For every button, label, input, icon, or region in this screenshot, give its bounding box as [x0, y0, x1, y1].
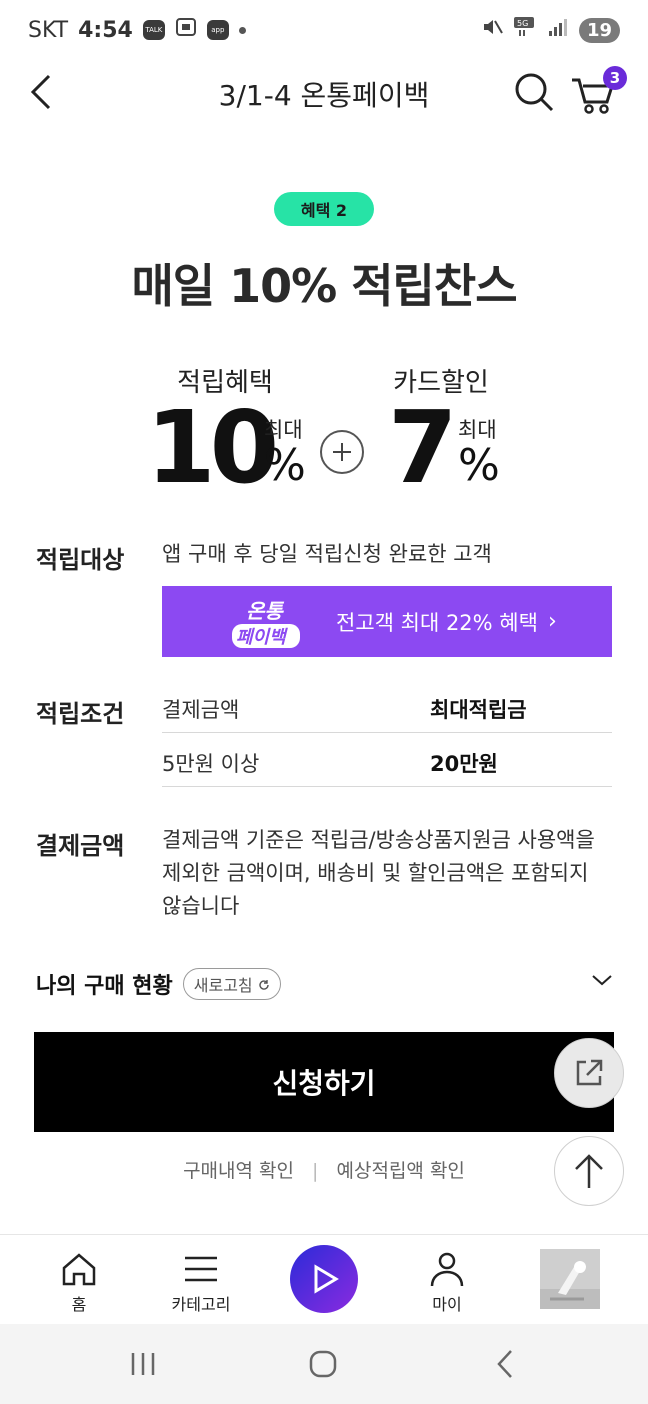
table-divider: [162, 732, 612, 733]
cart-button[interactable]: 3: [570, 66, 627, 118]
search-icon: [515, 73, 554, 112]
app-icon: app: [206, 20, 229, 40]
cart-count-badge: 3: [603, 66, 627, 90]
payback-logo: 온통 페이백: [218, 592, 328, 652]
conditions-header-amount: 결제금액: [162, 698, 240, 722]
nav-category[interactable]: 카테고리: [146, 1235, 256, 1325]
conditions-row-amount: 5만원 이상: [162, 752, 260, 776]
carrier-label: SKT: [28, 17, 69, 43]
refresh-button[interactable]: 새로고침: [182, 968, 281, 1000]
reward-percent: %: [264, 440, 306, 491]
status-right: 5G 19: [481, 16, 620, 44]
chevron-right-icon: ›: [547, 609, 557, 634]
purchase-status-row[interactable]: 나의 구매 현황 새로고침: [36, 962, 616, 1006]
screenshot-icon: [175, 17, 197, 43]
refresh-label: 새로고침: [193, 976, 253, 995]
promo-text: 전고객 최대 22% 혜택: [336, 610, 538, 635]
recent-apps-icon: [131, 1353, 155, 1375]
payment-description: 결제금액 기준은 적립금/방송상품지원금 사용액을 제외한 금액이며, 배송비 …: [162, 824, 595, 923]
conditions-row-max: 20만원: [430, 752, 498, 776]
home-circle-icon: [309, 1350, 337, 1378]
logo-line1: 온통: [246, 599, 284, 623]
nav-my[interactable]: 마이: [392, 1235, 502, 1325]
conditions-title: 적립조건: [36, 700, 125, 728]
recent-product-thumbnail[interactable]: [540, 1249, 600, 1309]
bottom-nav: 홈 카테고리 마이: [0, 1234, 648, 1324]
notification-dot: [238, 26, 246, 34]
back-system-button[interactable]: [480, 1342, 530, 1386]
payment-line: 않습니다: [162, 894, 240, 918]
plus-icon: [320, 430, 364, 474]
home-system-button[interactable]: [298, 1342, 348, 1386]
signal-icon: [547, 17, 569, 43]
svg-text:5G: 5G: [517, 19, 528, 28]
promo-banner[interactable]: 온통 페이백 전고객 최대 22% 혜택 ›: [162, 586, 612, 657]
conditions-header-max: 최대적립금: [430, 698, 527, 722]
nav-my-label: 마이: [432, 1295, 462, 1314]
share-icon: [576, 1059, 603, 1086]
back-arrow-icon: [497, 1350, 512, 1378]
payment-line: 제외한 금액이며, 배송비 및 할인금액은 포함되지: [162, 861, 589, 885]
benefit-tag: 혜택 2: [274, 192, 374, 226]
header: 3/1-4 온통페이백 3: [0, 60, 648, 124]
reward-number: 10: [146, 389, 279, 506]
menu-icon: [183, 1249, 219, 1289]
payment-line: 결제금액 기준은 적립금/방송상품지원금 사용액을: [162, 828, 595, 852]
purchase-status-title: 나의 구매 현황: [36, 974, 173, 999]
battery-indicator: 19: [578, 17, 620, 43]
table-divider: [162, 786, 612, 787]
expected-reward-link[interactable]: 예상적립액 확인: [337, 1160, 465, 1182]
bottom-links: 구매내역 확인 | 예상적립액 확인: [0, 1156, 648, 1183]
nav-home[interactable]: 홈: [24, 1235, 134, 1325]
recent-apps-button[interactable]: [118, 1342, 168, 1386]
home-icon: [60, 1249, 98, 1289]
nav-home-label: 홈: [71, 1295, 87, 1314]
5g-icon: 5G: [513, 16, 537, 44]
apply-button[interactable]: 신청하기: [34, 1032, 614, 1132]
mute-icon: [481, 17, 503, 43]
purchase-history-link[interactable]: 구매내역 확인: [183, 1160, 294, 1182]
card-discount-number: 7: [388, 389, 458, 506]
logo-line2: 페이백: [236, 627, 288, 648]
status-bar: SKT 4:54 TALK app 5G 19: [0, 0, 648, 60]
system-nav-bar: [0, 1324, 648, 1404]
share-button[interactable]: [554, 1038, 624, 1108]
target-text: 앱 구매 후 당일 적립신청 완료한 고객: [162, 542, 492, 566]
main-headline: 매일 10% 적립찬스: [131, 259, 517, 313]
live-play-button[interactable]: [290, 1245, 358, 1313]
refresh-icon: [259, 980, 269, 990]
search-button[interactable]: [512, 70, 556, 114]
card-discount-percent: %: [458, 440, 500, 491]
chevron-down-icon[interactable]: [590, 972, 614, 992]
talk-icon: TALK: [142, 20, 165, 40]
payment-title: 결제금액: [36, 832, 125, 860]
user-icon: [429, 1249, 465, 1289]
play-icon: [314, 1264, 339, 1294]
status-left: SKT 4:54 TALK app: [28, 17, 246, 43]
nav-category-label: 카테고리: [171, 1295, 231, 1314]
target-title: 적립대상: [36, 546, 125, 574]
clock: 4:54: [78, 17, 133, 43]
link-separator: |: [312, 1160, 319, 1182]
